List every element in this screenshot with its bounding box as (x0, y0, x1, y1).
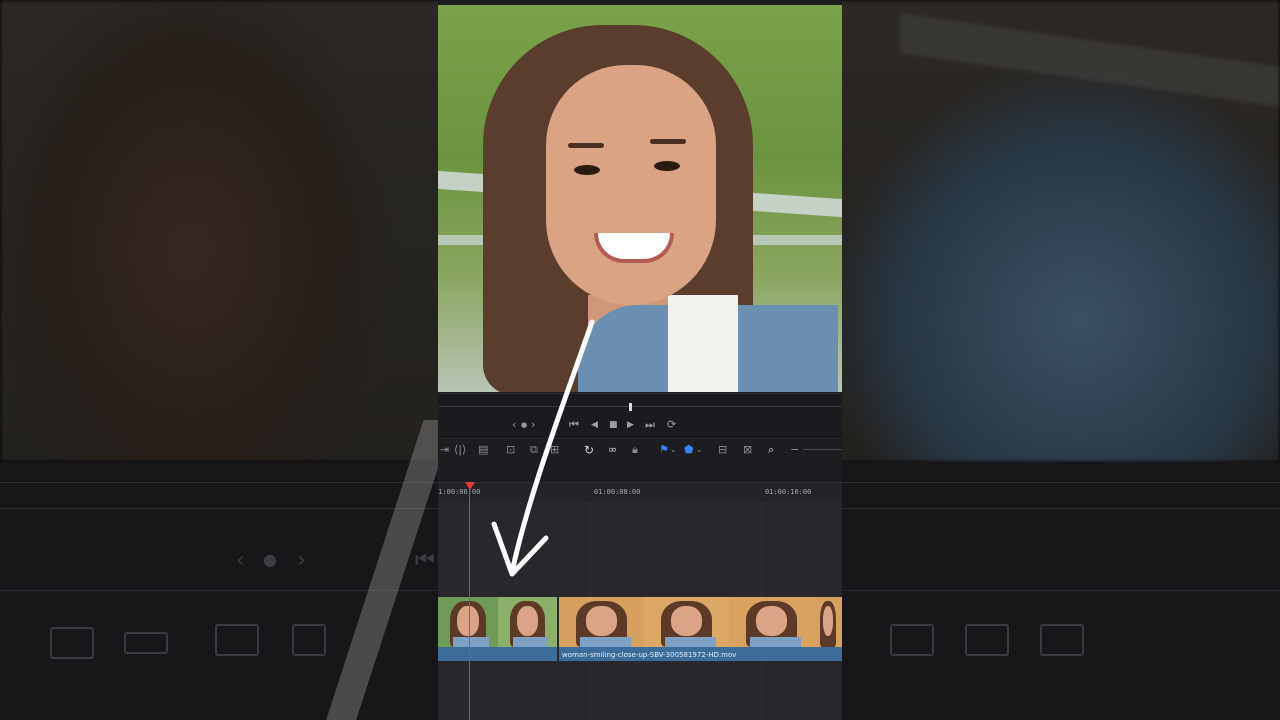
marker-icon[interactable]: ⬟ (684, 442, 694, 458)
flag-dropdown-icon[interactable]: ⌄ (670, 442, 677, 458)
play-icon[interactable]: ▶ (627, 416, 634, 434)
stop-icon[interactable]: ■ (609, 416, 618, 434)
bg-zoom-icon (890, 624, 934, 656)
subject-face (546, 65, 716, 305)
bg-zoom2-icon (965, 624, 1009, 656)
zoom-out-icon[interactable]: − (790, 442, 799, 458)
zoom-slider[interactable] (803, 449, 842, 450)
bg-zoom3-icon (1040, 624, 1084, 656)
nav-dot-icon[interactable]: ● (521, 416, 527, 434)
timeline-clip[interactable]: woman-smiling-close-up-SBV-300581972-HD.… (559, 597, 842, 661)
zoom-full-icon[interactable]: ⊟ (718, 442, 727, 458)
loop-icon[interactable]: ⟳ (667, 416, 676, 434)
nav-right-icon[interactable]: › (531, 416, 535, 434)
bg-overwrite-icon (292, 624, 326, 656)
playhead-line[interactable] (469, 482, 470, 720)
editor-panel: ‹ ● › ⏮ ◀ ■ ▶ ⏭ ⟳ ⇥ ⟨|⟩ ▤ ⊡ ⧉ ⊞ ↻ ∞ 🔒︎ ⚑… (438, 0, 842, 720)
zoom-custom-icon[interactable]: ⌕ (768, 442, 774, 458)
flag-icon[interactable]: ⚑ (659, 442, 669, 458)
play-reverse-icon[interactable]: ◀ (591, 416, 598, 434)
scrub-marker[interactable] (629, 403, 632, 411)
replace-clip-icon[interactable]: ⊞ (550, 442, 559, 458)
video-viewer[interactable] (438, 5, 842, 392)
timecode-middle: 01:00:08:00 (594, 488, 641, 496)
clip-filename: woman-smiling-close-up-SBV-300581972-HD.… (562, 651, 737, 659)
timeline-ruler[interactable]: 01:00:06:00 01:00:08:00 01:00:10:00 (438, 482, 842, 503)
scrub-bar[interactable] (438, 406, 842, 407)
blade-icon[interactable]: ▤ (478, 442, 488, 458)
bg-skip-icon: ⏮ (415, 548, 435, 573)
bg-nav-left-icon: ‹ (236, 548, 245, 573)
lock-icon[interactable]: 🔒︎ (632, 442, 638, 458)
dynamic-trim-icon[interactable]: ⟨|⟩ (454, 442, 466, 458)
playhead-handle[interactable] (465, 482, 475, 490)
zoom-detail-icon[interactable]: ⊠ (743, 442, 752, 458)
overwrite-clip-icon[interactable]: ⧉ (530, 442, 538, 458)
nav-left-icon[interactable]: ‹ (512, 416, 516, 434)
trim-mode-icon[interactable]: ⇥ (440, 442, 449, 458)
timecode-right: 01:00:10:00 (765, 488, 812, 496)
link-icon[interactable]: ∞ (608, 442, 617, 458)
bg-blade-icon (124, 632, 168, 654)
bg-nav-dot-icon: ● (263, 550, 277, 569)
bg-trim-icon (50, 627, 94, 659)
edit-toolbar: ⇥ ⟨|⟩ ▤ ⊡ ⧉ ⊞ ↻ ∞ 🔒︎ ⚑ ⌄ ⬟ ⌄ ⊟ ⊠ ⌕ − (438, 438, 842, 461)
skip-start-icon[interactable]: ⏮ (569, 416, 579, 434)
subject-tee (668, 295, 738, 392)
subject-smile (594, 233, 674, 263)
insert-clip-icon[interactable]: ⊡ (506, 442, 515, 458)
skip-end-icon[interactable]: ⏭ (645, 416, 655, 434)
marker-dropdown-icon[interactable]: ⌄ (696, 442, 703, 458)
timeline-clip-previous[interactable] (438, 597, 557, 661)
bg-insert-icon (215, 624, 259, 656)
bg-nav-right-icon: › (297, 548, 306, 573)
snap-icon[interactable]: ↻ (584, 442, 594, 458)
